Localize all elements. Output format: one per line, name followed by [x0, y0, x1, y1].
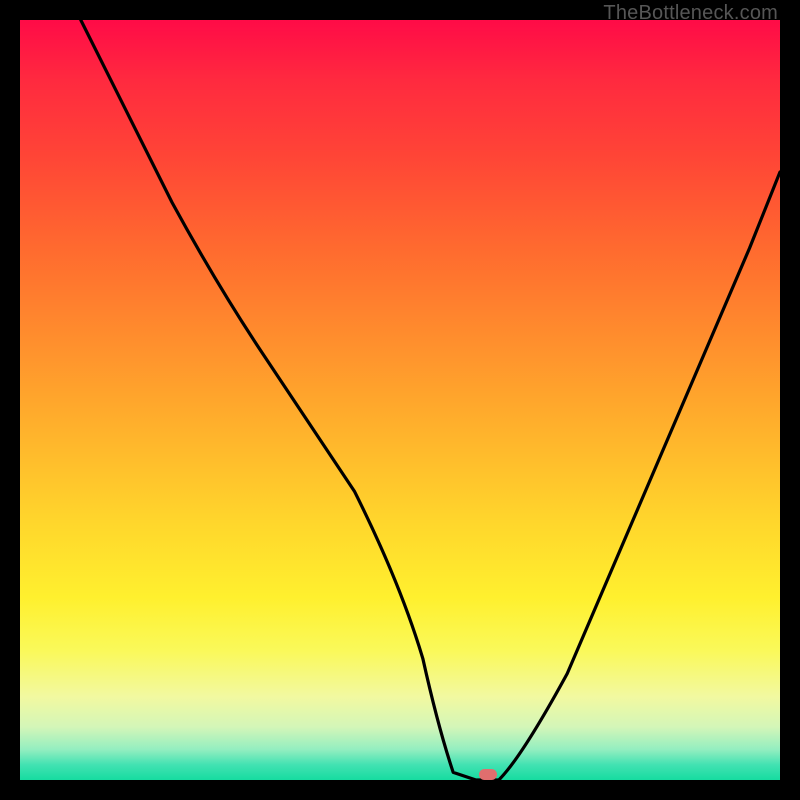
bottleneck-curve — [81, 20, 780, 780]
chart-svg — [20, 20, 780, 780]
chart-frame: TheBottleneck.com — [0, 0, 800, 800]
plot-area — [20, 20, 780, 780]
optimum-marker — [479, 769, 497, 780]
